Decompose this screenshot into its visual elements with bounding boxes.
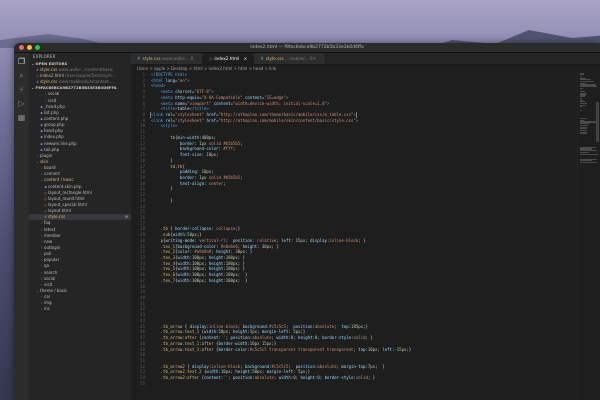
- editor-tab[interactable]: # style.css ...mobile/... 9+: [254, 53, 327, 64]
- tree-item-label: layout_round.html: [48, 195, 85, 201]
- tree-item-label: qa: [44, 263, 49, 269]
- minimap-line: [580, 161, 597, 164]
- tree-item-label: skin: [40, 158, 49, 164]
- line-number: 55: [140, 380, 145, 386]
- tree-item-label: inc: [44, 306, 50, 312]
- tree-item-label: search: [44, 269, 58, 275]
- tree-item-label: layout_rectangle.html: [48, 189, 92, 195]
- code-editor[interactable]: 1 <!DOCTYPE html> 2 <html lang="en"> 3 <head>…: [131, 72, 600, 400]
- close-icon[interactable]: ×: [242, 56, 248, 61]
- open-editor-path: /Users/apple/Desktop/h...: [63, 73, 116, 79]
- css-file-icon: #: [260, 56, 264, 61]
- tree-item-label: css: [44, 294, 51, 300]
- tree-item-label: newwin.line.php: [44, 140, 77, 146]
- tree-item-label: list.php: [44, 109, 59, 115]
- open-editors-list: #style.css www.wolke.../content/basic ◇in…: [29, 67, 131, 85]
- editor-tab[interactable]: # style.css www.wolke... 8: [131, 53, 204, 64]
- project-label: F9FAC6EBCA9B2772B5B33E3B0D6FFA: [35, 85, 117, 91]
- tree-item-label: content / basic: [44, 177, 74, 183]
- tree-item-label: content.php: [44, 115, 69, 121]
- tree-item-label: board: [44, 165, 56, 171]
- tree-item-label: head.php: [44, 128, 63, 134]
- tree-item-label: group.php: [44, 122, 65, 128]
- vscode-window: index2.html — f9fac6ebca9b2772b5b33e3b0d…: [14, 43, 600, 400]
- code-line: 55: [131, 381, 600, 387]
- minimap-line: [580, 106, 582, 108]
- minimap-line: [580, 153, 598, 155]
- open-editors-label: OPEN EDITORS: [35, 61, 68, 66]
- tree-item-label: popular: [44, 257, 60, 263]
- tree-item-label: theme / basic: [40, 287, 68, 293]
- tree-item-label: tail.php: [44, 146, 60, 152]
- explorer-title: EXPLORER: [33, 54, 56, 59]
- tree-item-label: social: [48, 91, 60, 97]
- tree-item-label: layout.html: [48, 208, 71, 214]
- tree-item-label: new: [44, 238, 53, 244]
- open-editor-path: www.wolke.../content/basic: [57, 67, 113, 72]
- tree-item-label: plugin: [40, 152, 53, 158]
- explorer-sidebar: EXPLORER ⌄ OPEN EDITORS #style.css www.w…: [29, 53, 131, 400]
- tab-path: www.wolke... 8: [160, 56, 194, 61]
- scrollbar-thumb[interactable]: [596, 102, 599, 142]
- tree-item-label: latest: [44, 226, 56, 232]
- tree-item-label: content.skin.php: [48, 183, 82, 189]
- tree-item-label: social: [44, 275, 56, 281]
- css-file-icon: #: [137, 56, 141, 61]
- source-control-icon[interactable]: ⑂: [17, 85, 26, 94]
- file-tree: › social › visit ▪_head.php ▪list.php ▪content…: [29, 91, 131, 312]
- tree-item-label: poll: [44, 251, 52, 257]
- html-file-icon: ◇: [209, 56, 213, 61]
- minimap[interactable]: [577, 72, 600, 400]
- editor-tabs: # style.css www.wolke... 8 ◇ index2.html × #…: [131, 53, 600, 65]
- explorer-icon[interactable]: ❐: [17, 57, 26, 66]
- tab-label: style.css: [265, 56, 284, 61]
- open-editor-item[interactable]: #style.css www.mobile/skin/content...: [29, 79, 131, 85]
- tree-item-label: layout_special.html: [48, 201, 87, 207]
- title-bar: index2.html — f9fac6ebca9b2772b5b33e3b0d…: [14, 43, 600, 53]
- tab-label: index2.html: [214, 56, 240, 61]
- tab-path: ...mobile/... 9+: [283, 56, 317, 61]
- open-editor-name: index2.html: [40, 73, 64, 79]
- run-debug-icon[interactable]: ▷: [17, 99, 26, 108]
- minimap-line: [580, 87, 584, 89]
- tree-item-label: index.php: [44, 134, 64, 140]
- tree-item-label: faq: [44, 220, 51, 226]
- tree-item-label: member: [44, 232, 61, 238]
- tree-item[interactable]: › inc: [29, 306, 131, 312]
- minimap-line: [580, 133, 588, 135]
- open-editor-name: style.css: [40, 67, 58, 72]
- tree-item-label: outlogin: [44, 244, 61, 250]
- activity-bar: ❐ ⌕ ⑂ ▷ ▦: [14, 53, 29, 400]
- editor-tab[interactable]: ◇ index2.html ×: [203, 53, 255, 64]
- tree-item-label: _head.php: [44, 103, 65, 109]
- window-title: index2.html — f9fac6ebca9b2772b5b33e3b0d…: [250, 45, 364, 50]
- tab-label: style.css: [142, 56, 161, 61]
- tree-item-label: visit: [44, 281, 53, 287]
- tree-item-label: style.css: [48, 214, 66, 220]
- open-editor-name: style.css: [40, 79, 58, 85]
- tree-item-label: visit: [48, 97, 57, 103]
- tree-item-label: img: [44, 300, 52, 306]
- minimap-line: [580, 109, 582, 111]
- editor-area: # style.css www.wolke... 8 ◇ index2.html × #…: [131, 53, 600, 400]
- tree-item-label: connect: [44, 171, 60, 177]
- breadcrumb[interactable]: Users > apple > Desktop > html > index2.…: [131, 65, 600, 72]
- open-editor-path: www.mobile/skin/content...: [57, 79, 113, 85]
- extensions-icon[interactable]: ▦: [17, 113, 26, 122]
- search-icon[interactable]: ⌕: [17, 71, 26, 80]
